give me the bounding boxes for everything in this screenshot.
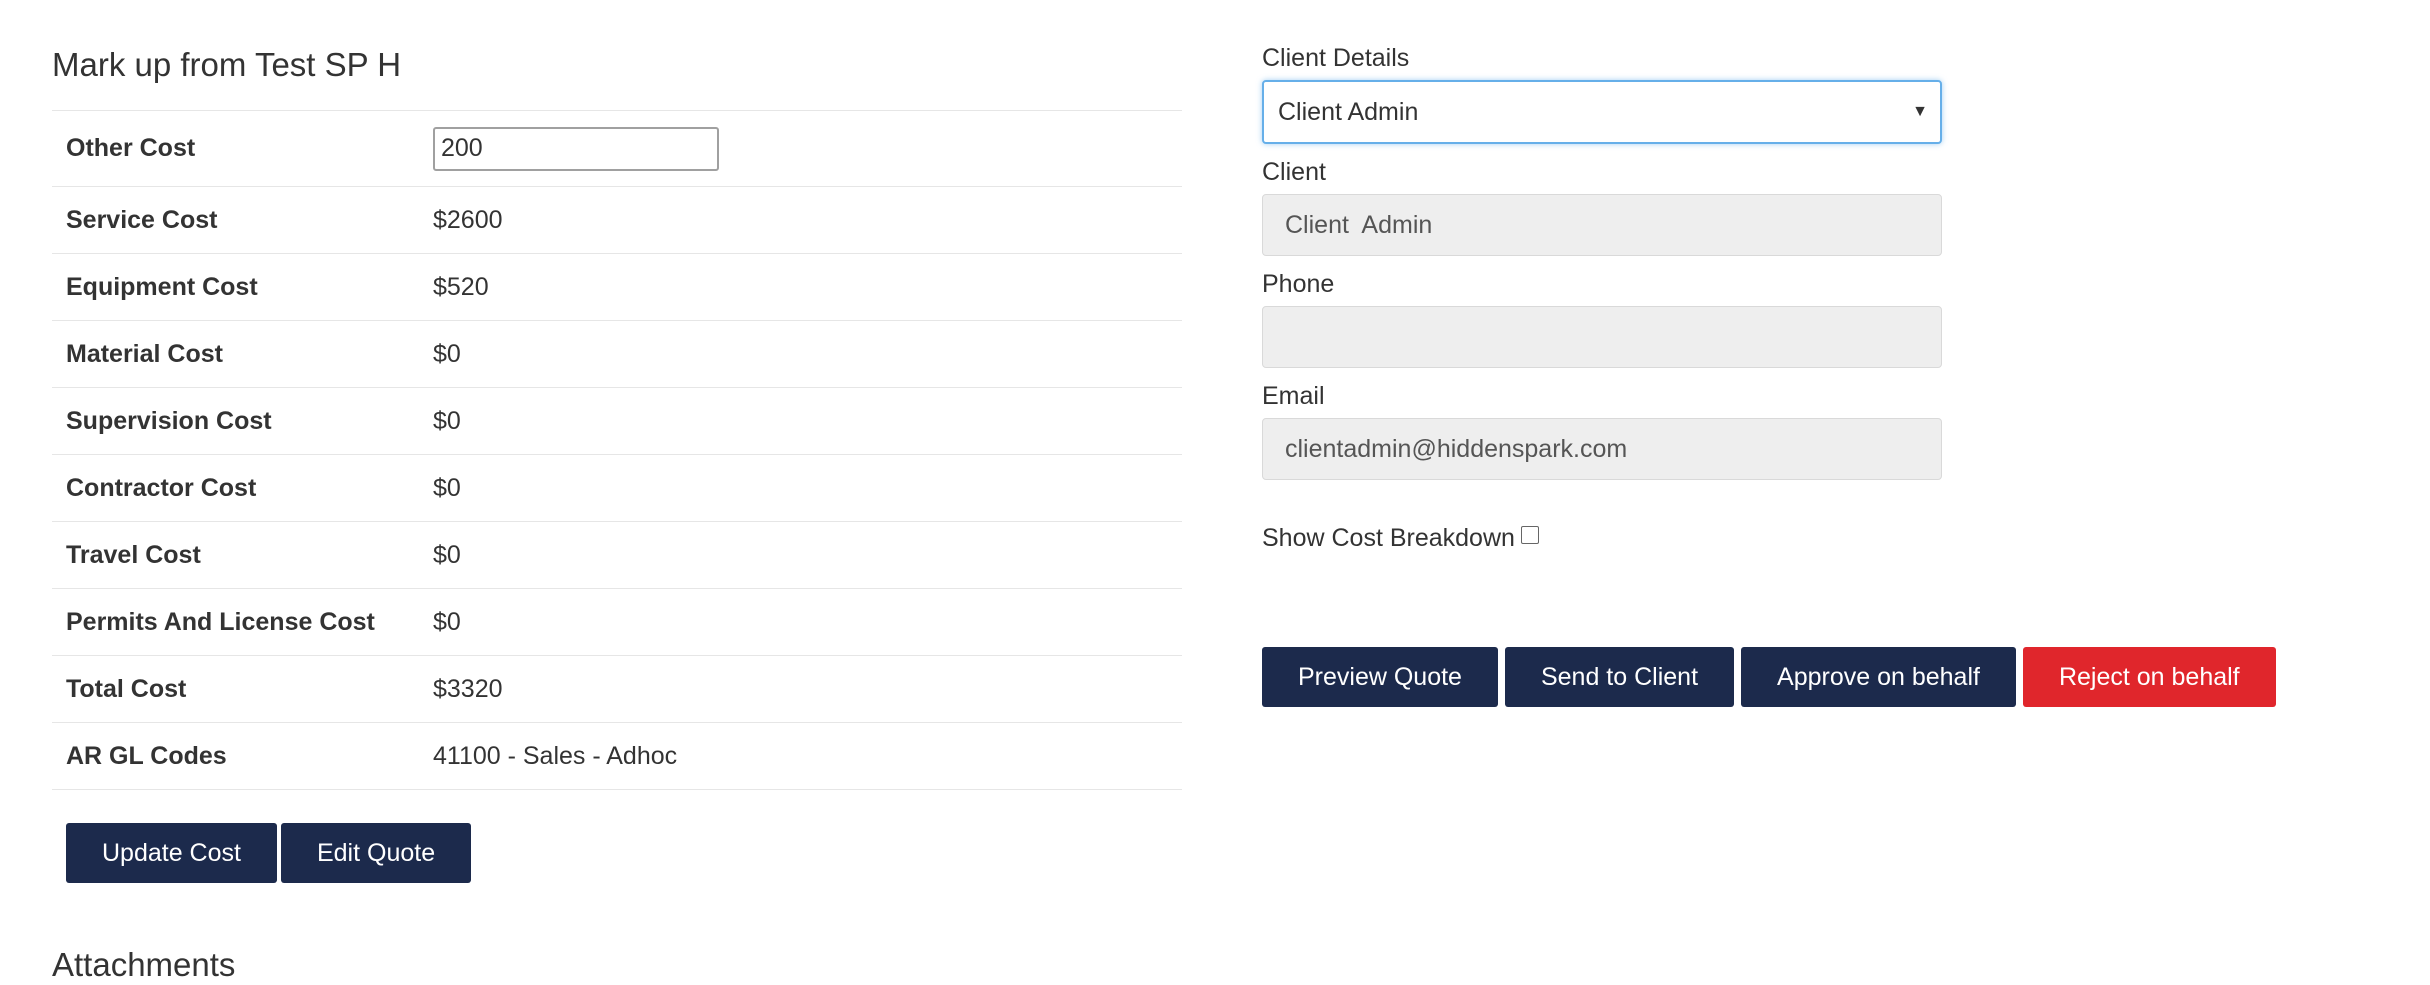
supervision-cost-label: Supervision Cost [52, 387, 419, 455]
other-cost-cell [419, 110, 1182, 187]
service-cost-label: Service Cost [52, 186, 419, 254]
table-row: Permits And License Cost $0 [52, 588, 1182, 656]
equipment-cost-value: $520 [419, 253, 1182, 321]
material-cost-label: Material Cost [52, 320, 419, 388]
contractor-cost-value: $0 [419, 454, 1182, 522]
client-details-selected: Client Admin [1278, 98, 1419, 126]
table-row: AR GL Codes 41100 - Sales - Adhoc [52, 722, 1182, 790]
phone-label: Phone [1262, 270, 1335, 298]
travel-cost-label: Travel Cost [52, 521, 419, 589]
quote-actions: Preview Quote Send to Client Approve on … [1262, 647, 2276, 707]
show-cost-breakdown-checkbox[interactable] [1520, 526, 1539, 544]
client-field[interactable]: Client Admin [1262, 194, 1942, 256]
ar-gl-codes-value: 41100 - Sales - Adhoc [419, 722, 1182, 790]
table-row: Equipment Cost $520 [52, 253, 1182, 321]
total-cost-label: Total Cost [52, 655, 419, 723]
total-cost-value: $3320 [419, 655, 1182, 723]
email-label: Email [1262, 382, 1325, 410]
caret-down-icon: ▼ [1912, 103, 1928, 120]
show-cost-breakdown-label: Show Cost Breakdown [1262, 524, 1515, 552]
table-row: Total Cost $3320 [52, 655, 1182, 723]
update-cost-button[interactable]: Update Cost [66, 823, 277, 883]
preview-quote-button[interactable]: Preview Quote [1262, 647, 1498, 707]
email-field[interactable]: clientadmin@hiddenspark.com [1262, 418, 1942, 480]
table-row: Supervision Cost $0 [52, 387, 1182, 455]
client-label: Client [1262, 158, 1326, 186]
markup-title: Mark up from Test SP H [52, 46, 402, 83]
service-cost-value: $2600 [419, 186, 1182, 254]
contractor-cost-label: Contractor Cost [52, 454, 419, 522]
other-cost-label: Other Cost [52, 110, 419, 187]
markup-panel: Mark up from Test SP H Other Cost Servic… [52, 40, 1182, 790]
phone-field[interactable] [1262, 306, 1942, 368]
equipment-cost-label: Equipment Cost [52, 253, 419, 321]
table-row: Travel Cost $0 [52, 521, 1182, 589]
client-panel: Client Details Client Admin ▼ Client Cli… [1262, 40, 1942, 556]
travel-cost-value: $0 [419, 521, 1182, 589]
table-row: Service Cost $2600 [52, 186, 1182, 254]
client-details-label: Client Details [1262, 44, 1410, 72]
permits-license-cost-value: $0 [419, 588, 1182, 656]
table-row: Contractor Cost $0 [52, 454, 1182, 522]
show-cost-breakdown-row: Show Cost Breakdown [1262, 520, 1942, 556]
attachments-heading: Attachments [52, 946, 236, 983]
approve-on-behalf-button[interactable]: Approve on behalf [1741, 647, 2016, 707]
permits-license-cost-label: Permits And License Cost [52, 588, 419, 656]
ar-gl-codes-label: AR GL Codes [52, 722, 419, 790]
send-to-client-button[interactable]: Send to Client [1504, 647, 1735, 707]
reject-on-behalf-button[interactable]: Reject on behalf [2022, 647, 2276, 707]
cost-table: Other Cost Service Cost $2600 Equipment … [52, 110, 1182, 790]
other-cost-input[interactable] [433, 126, 719, 171]
material-cost-value: $0 [419, 320, 1182, 388]
markup-actions: Update Cost Edit Quote [66, 823, 475, 883]
client-details-select[interactable]: Client Admin ▼ [1262, 80, 1942, 144]
table-row: Material Cost $0 [52, 320, 1182, 388]
edit-quote-button[interactable]: Edit Quote [280, 823, 472, 883]
supervision-cost-value: $0 [419, 387, 1182, 455]
table-row: Other Cost [52, 110, 1182, 187]
